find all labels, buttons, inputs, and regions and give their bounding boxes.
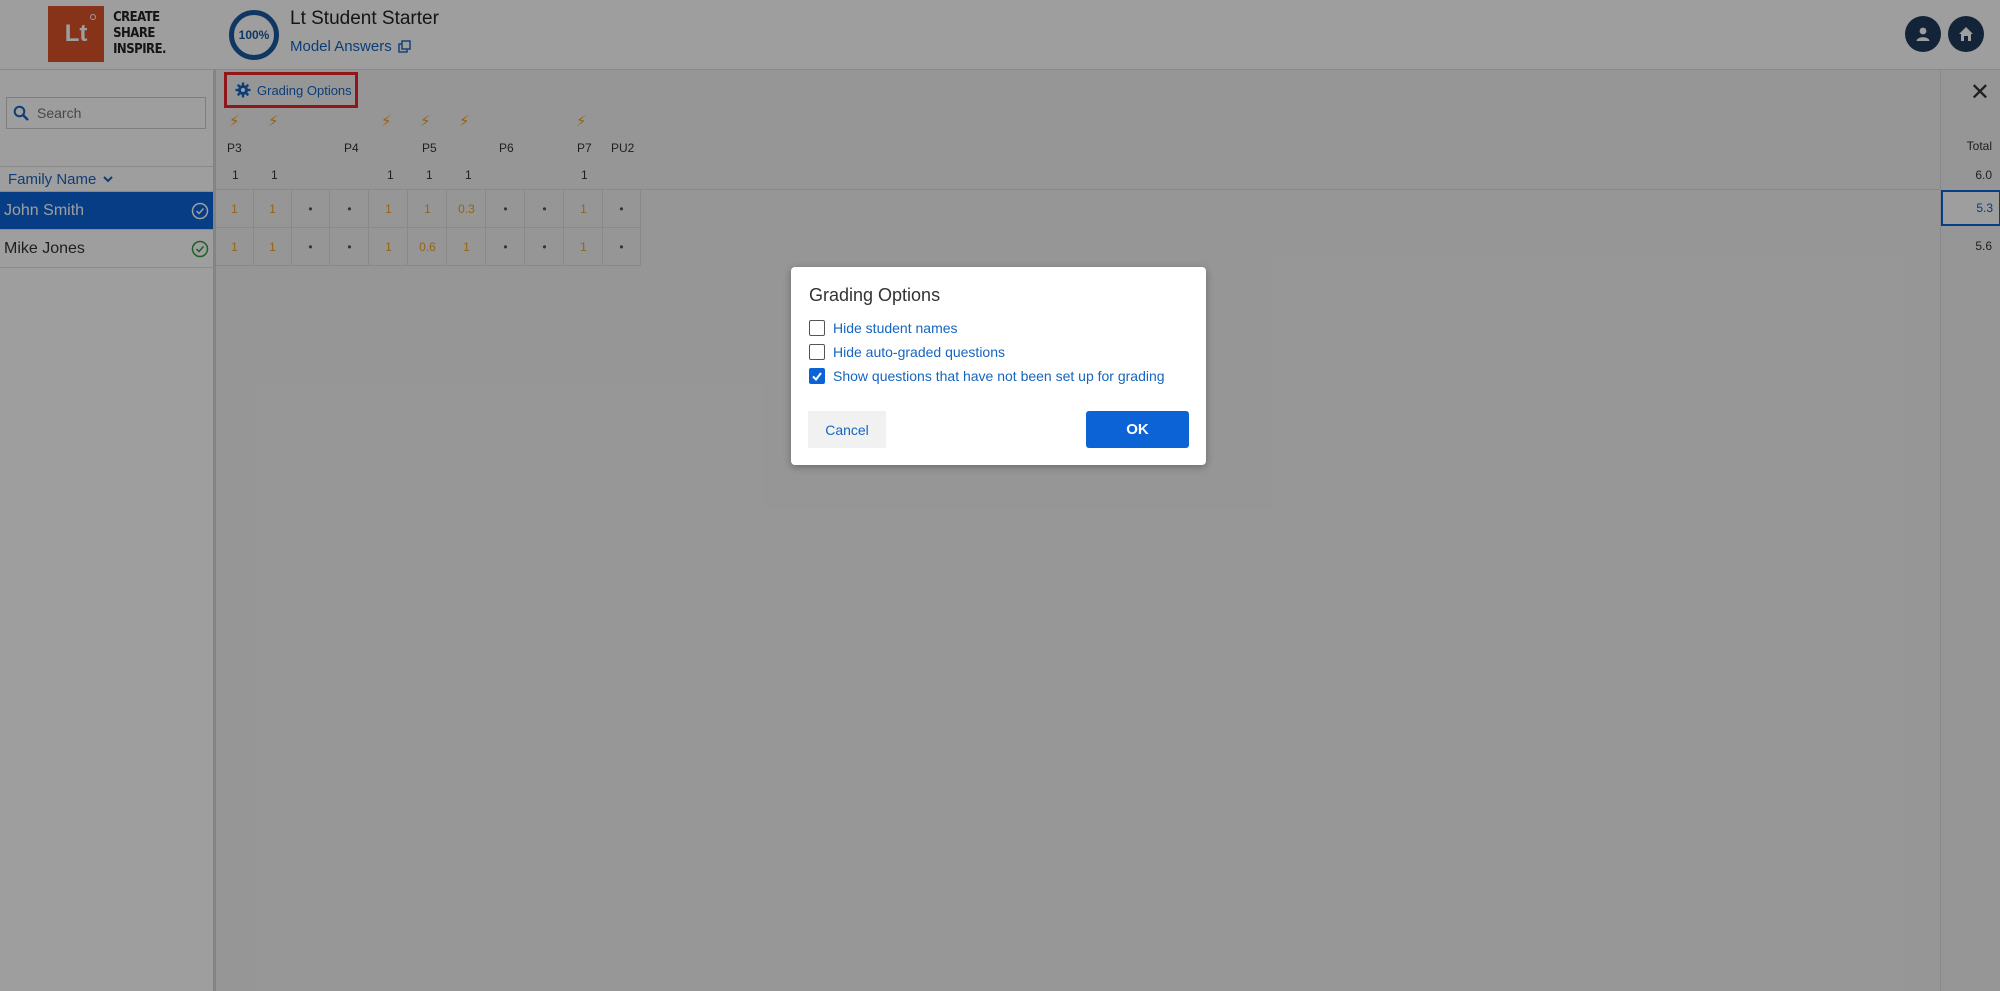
modal-backdrop[interactable] bbox=[0, 0, 2000, 991]
checkmark-icon bbox=[812, 372, 822, 382]
show-unset-questions-option[interactable]: Show questions that have not been set up… bbox=[809, 368, 1165, 384]
cancel-button[interactable]: Cancel bbox=[808, 411, 886, 448]
hide-student-names-checkbox[interactable] bbox=[809, 320, 825, 336]
hide-student-names-option[interactable]: Hide student names bbox=[809, 320, 958, 336]
show-unset-questions-checkbox[interactable] bbox=[809, 368, 825, 384]
dialog-title: Grading Options bbox=[809, 285, 941, 305]
hide-auto-graded-option[interactable]: Hide auto-graded questions bbox=[809, 344, 1005, 360]
ok-button[interactable]: OK bbox=[1086, 411, 1189, 448]
hide-auto-graded-checkbox[interactable] bbox=[809, 344, 825, 360]
grading-options-dialog: Grading Options Hide student names Hide … bbox=[791, 267, 1206, 465]
